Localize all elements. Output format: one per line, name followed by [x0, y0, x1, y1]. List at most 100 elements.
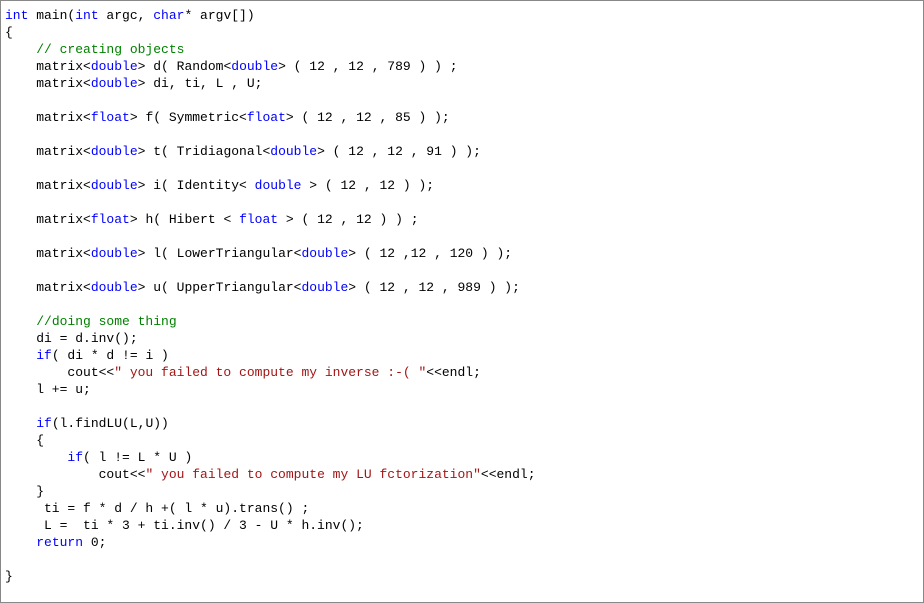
- token-plain: }: [5, 484, 44, 499]
- token-plain: [5, 42, 36, 57]
- code-line: int main(int argc, char* argv[]): [5, 7, 919, 24]
- code-line: cout<<" you failed to compute my LU fcto…: [5, 466, 919, 483]
- code-line: //doing some thing: [5, 313, 919, 330]
- token-plain: {: [5, 25, 13, 40]
- code-line: if(l.findLU(L,U)): [5, 415, 919, 432]
- code-line: matrix<double> l( LowerTriangular<double…: [5, 245, 919, 262]
- token-kw: double: [91, 76, 138, 91]
- token-kw: double: [91, 178, 138, 193]
- code-block: int main(int argc, char* argv[]){ // cre…: [5, 7, 919, 585]
- token-kw: float: [247, 110, 286, 125]
- token-plain: main(: [28, 8, 75, 23]
- code-line: matrix<float> f( Symmetric<float> ( 12 ,…: [5, 109, 919, 126]
- token-plain: <<endl;: [426, 365, 481, 380]
- token-plain: > h( Hibert <: [130, 212, 239, 227]
- token-plain: }: [5, 569, 13, 584]
- token-kw: double: [231, 59, 278, 74]
- token-plain: ti = f * d / h +( l * u).trans() ;: [5, 501, 309, 516]
- token-cm: // creating objects: [36, 42, 184, 57]
- token-kw: double: [91, 280, 138, 295]
- code-line: L = ti * 3 + ti.inv() / 3 - U * h.inv();: [5, 517, 919, 534]
- code-line: if( l != L * U ): [5, 449, 919, 466]
- code-line: [5, 551, 919, 568]
- code-line: ti = f * d / h +( l * u).trans() ;: [5, 500, 919, 517]
- token-plain: [5, 348, 36, 363]
- token-plain: > ( 12 ,12 , 120 ) );: [348, 246, 512, 261]
- code-line: di = d.inv();: [5, 330, 919, 347]
- token-plain: > d( Random<: [138, 59, 232, 74]
- token-plain: {: [5, 433, 44, 448]
- code-line: return 0;: [5, 534, 919, 551]
- code-line: [5, 92, 919, 109]
- token-kw: double: [91, 59, 138, 74]
- token-plain: > i( Identity<: [138, 178, 255, 193]
- token-plain: [5, 416, 36, 431]
- token-plain: > l( LowerTriangular<: [138, 246, 302, 261]
- code-line: [5, 126, 919, 143]
- code-line: // creating objects: [5, 41, 919, 58]
- token-plain: > ( 12 , 12 , 989 ) );: [348, 280, 520, 295]
- code-line: if( di * d != i ): [5, 347, 919, 364]
- token-plain: > ( 12 , 12 , 85 ) );: [286, 110, 450, 125]
- code-line: [5, 296, 919, 313]
- code-line: matrix<double> t( Tridiagonal<double> ( …: [5, 143, 919, 160]
- token-plain: argc,: [99, 8, 154, 23]
- token-plain: [5, 450, 67, 465]
- token-plain: matrix<: [5, 280, 91, 295]
- code-line: l += u;: [5, 381, 919, 398]
- token-str: " you failed to compute my LU fctorizati…: [145, 467, 480, 482]
- token-plain: > u( UpperTriangular<: [138, 280, 302, 295]
- token-kw: if: [36, 416, 52, 431]
- token-plain: cout<<: [5, 467, 145, 482]
- token-plain: matrix<: [5, 59, 91, 74]
- token-kw: float: [239, 212, 278, 227]
- token-plain: matrix<: [5, 212, 91, 227]
- token-plain: matrix<: [5, 178, 91, 193]
- code-line: {: [5, 432, 919, 449]
- code-line: [5, 262, 919, 279]
- code-container: int main(int argc, char* argv[]){ // cre…: [0, 0, 924, 603]
- token-plain: di = d.inv();: [5, 331, 138, 346]
- token-plain: ( l != L * U ): [83, 450, 192, 465]
- token-plain: l += u;: [5, 382, 91, 397]
- token-plain: > f( Symmetric<: [130, 110, 247, 125]
- code-line: {: [5, 24, 919, 41]
- code-line: matrix<double> u( UpperTriangular<double…: [5, 279, 919, 296]
- token-kw: float: [91, 110, 130, 125]
- code-line: [5, 398, 919, 415]
- token-plain: > t( Tridiagonal<: [138, 144, 271, 159]
- token-plain: > ( 12 , 12 , 789 ) ) ;: [278, 59, 457, 74]
- token-plain: > ( 12 , 12 , 91 ) );: [317, 144, 481, 159]
- token-plain: [5, 535, 36, 550]
- token-plain: matrix<: [5, 110, 91, 125]
- code-line: [5, 194, 919, 211]
- token-plain: [5, 314, 36, 329]
- token-kw: double: [301, 280, 348, 295]
- token-kw: if: [67, 450, 83, 465]
- token-plain: > di, ti, L , U;: [138, 76, 263, 91]
- token-kw: int: [75, 8, 98, 23]
- token-plain: <<endl;: [481, 467, 536, 482]
- token-plain: matrix<: [5, 144, 91, 159]
- token-str: " you failed to compute my inverse :-( ": [114, 365, 426, 380]
- code-line: [5, 228, 919, 245]
- token-plain: 0;: [83, 535, 106, 550]
- token-plain: > ( 12 , 12 ) ) ;: [278, 212, 418, 227]
- code-line: cout<<" you failed to compute my inverse…: [5, 364, 919, 381]
- token-plain: (l.findLU(L,U)): [52, 416, 169, 431]
- token-cm: //doing some thing: [36, 314, 176, 329]
- token-kw: int: [5, 8, 28, 23]
- token-kw: double: [91, 246, 138, 261]
- token-kw: double: [270, 144, 317, 159]
- token-kw: double: [255, 178, 302, 193]
- code-line: }: [5, 568, 919, 585]
- token-plain: * argv[]): [184, 8, 254, 23]
- token-kw: if: [36, 348, 52, 363]
- token-kw: double: [301, 246, 348, 261]
- code-line: }: [5, 483, 919, 500]
- token-plain: ( di * d != i ): [52, 348, 169, 363]
- token-plain: matrix<: [5, 246, 91, 261]
- code-line: matrix<double> i( Identity< double > ( 1…: [5, 177, 919, 194]
- token-plain: > ( 12 , 12 ) );: [301, 178, 434, 193]
- code-line: [5, 160, 919, 177]
